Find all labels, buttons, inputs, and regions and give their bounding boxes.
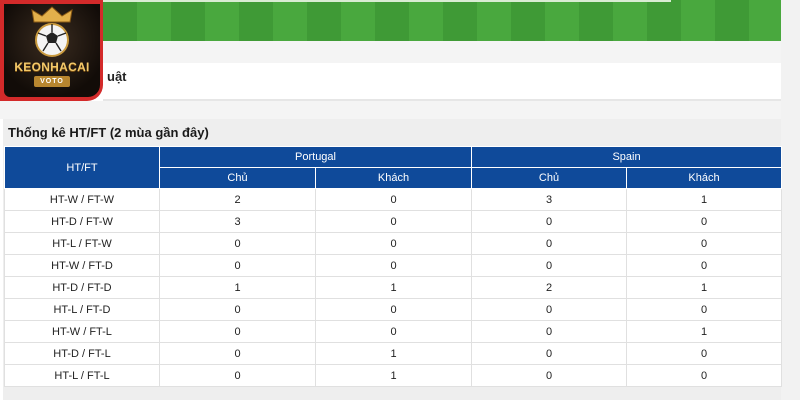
row-label: HT-L / FT-L [4, 364, 160, 387]
table-cell: 0 [314, 254, 473, 277]
pitch-line [103, 0, 671, 2]
table-cell: 0 [471, 232, 628, 255]
table-cell: 1 [626, 320, 783, 343]
table-cell: 1 [626, 276, 783, 299]
subcol-away: Khách [314, 167, 473, 189]
logo-emblem: KEONHACAI VOTO [4, 4, 100, 97]
table-cell: 0 [626, 232, 783, 255]
table-row: HT-L / FT-W 0 0 0 0 [4, 232, 783, 255]
panel-title: Thống kê HT/FT (2 mùa gần đây) [8, 125, 209, 140]
table-row: HT-D / FT-L 0 1 0 0 [4, 342, 783, 365]
table-cell: 1 [314, 364, 473, 387]
table-cell: 0 [314, 210, 473, 233]
table-cell: 1 [314, 342, 473, 365]
table-row: HT-D / FT-W 3 0 0 0 [4, 210, 783, 233]
table-cell: 0 [314, 232, 473, 255]
table-cell: 0 [626, 210, 783, 233]
brand-name: KEONHACAI [14, 60, 90, 74]
htft-table: HT/FT Portugal Spain Chủ Khách Chủ Khách… [4, 146, 783, 387]
table-cell: 0 [471, 320, 628, 343]
table-cell: 0 [471, 254, 628, 277]
table-cell: 0 [471, 298, 628, 321]
subcol-home: Chủ [159, 167, 316, 189]
right-gutter [781, 0, 800, 400]
col-header-htft: HT/FT [4, 146, 160, 189]
soccer-ball-icon [35, 23, 69, 57]
row-label: HT-L / FT-W [4, 232, 160, 255]
table-cell: 0 [159, 364, 316, 387]
table-cell: 0 [159, 232, 316, 255]
row-label: HT-D / FT-D [4, 276, 160, 299]
pitch-banner [103, 0, 781, 41]
table-cell: 0 [471, 210, 628, 233]
table-cell: 3 [471, 188, 628, 211]
table-cell: 0 [471, 342, 628, 365]
section-header-label: uật [107, 69, 127, 84]
row-label: HT-W / FT-W [4, 188, 160, 211]
team-header-spain: Spain [471, 146, 783, 168]
row-label: HT-D / FT-L [4, 342, 160, 365]
table-cell: 0 [314, 320, 473, 343]
team-header-portugal: Portugal [158, 146, 473, 168]
table-row: HT-W / FT-D 0 0 0 0 [4, 254, 783, 277]
site-logo[interactable]: KEONHACAI VOTO [0, 0, 103, 101]
table-cell: 0 [626, 254, 783, 277]
row-label: HT-W / FT-D [4, 254, 160, 277]
table-cell: 0 [626, 298, 783, 321]
table-cell: 0 [159, 320, 316, 343]
table-cell: 1 [314, 276, 473, 299]
section-header: uật [103, 63, 781, 102]
row-label: HT-W / FT-L [4, 320, 160, 343]
spacer [0, 101, 781, 119]
spacer [0, 41, 781, 63]
subcol-away: Khách [626, 167, 783, 189]
table-cell: 0 [159, 254, 316, 277]
table-row: HT-W / FT-L 0 0 0 1 [4, 320, 783, 343]
table-row: HT-L / FT-L 0 1 0 0 [4, 364, 783, 387]
table-cell: 0 [159, 342, 316, 365]
row-label: HT-D / FT-W [4, 210, 160, 233]
table-cell: 0 [626, 342, 783, 365]
table-cell: 1 [626, 188, 783, 211]
table-row: HT-D / FT-D 1 1 2 1 [4, 276, 783, 299]
brand-subtitle: VOTO [34, 76, 70, 87]
table-cell: 1 [159, 276, 316, 299]
table-row: HT-L / FT-D 0 0 0 0 [4, 298, 783, 321]
table-cell: 3 [159, 210, 316, 233]
table-cell: 2 [159, 188, 316, 211]
table-cell: 2 [471, 276, 628, 299]
table-cell: 0 [159, 298, 316, 321]
table-cell: 0 [314, 298, 473, 321]
htft-stats-panel: Thống kê HT/FT (2 mùa gần đây) HT/FT Por… [3, 119, 783, 400]
table-row: HT-W / FT-W 2 0 3 1 [4, 188, 783, 211]
row-label: HT-L / FT-D [4, 298, 160, 321]
table-cell: 0 [626, 364, 783, 387]
table-cell: 0 [471, 364, 628, 387]
table-cell: 0 [314, 188, 473, 211]
subcol-home: Chủ [471, 167, 628, 189]
